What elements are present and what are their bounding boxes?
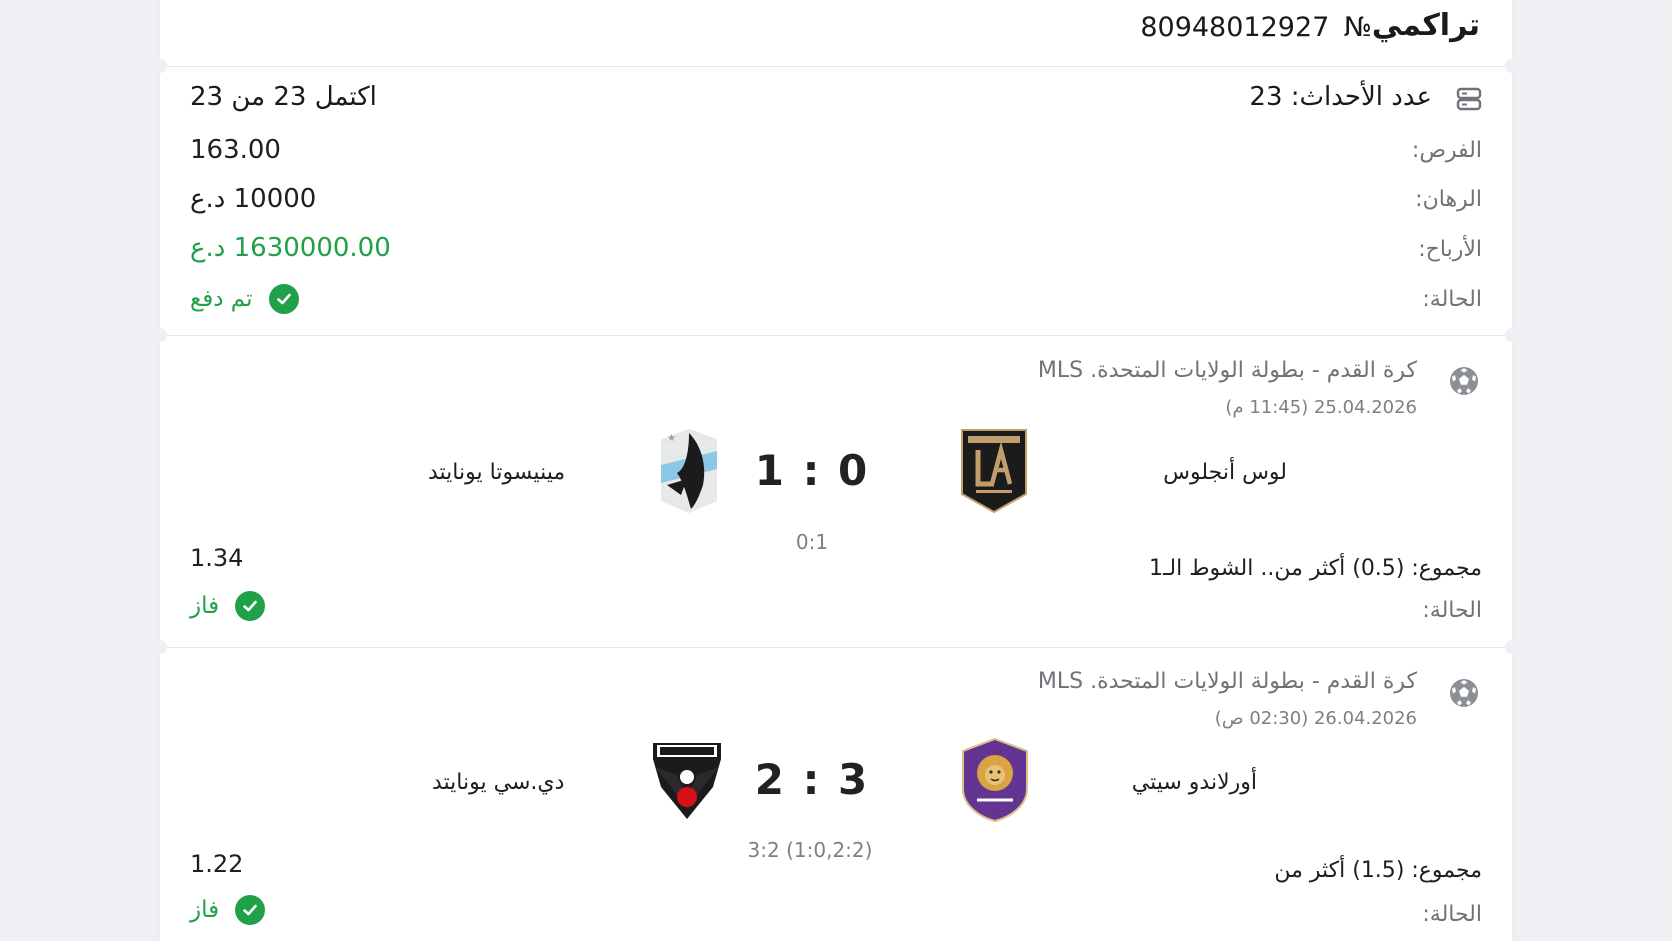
- ticket-notch: [153, 328, 167, 342]
- lafc-logo: [960, 428, 1028, 514]
- bet-ticket: تراكمي 80948012927 № عدد الأحداث: 23 اكت…: [153, 0, 1519, 941]
- status-label: الحالة:: [1422, 287, 1482, 312]
- event-status-text: فاز: [190, 897, 220, 923]
- ticket-number: 80948012927 №: [1140, 12, 1372, 43]
- event-score: 1 : 0: [754, 446, 870, 495]
- event-market: مجموع: (0.5) أكثر من.. الشوط الـ1: [1148, 556, 1482, 581]
- event-league: كرة القدم - بطولة الولايات المتحدة. MLS: [1037, 669, 1417, 694]
- away-team-name: دي.سي يونايتد: [432, 770, 565, 795]
- event-status: فاز: [190, 895, 266, 925]
- soccer-ball-icon: [1448, 677, 1480, 709]
- ticket-notch: [1505, 328, 1519, 342]
- event-datetime: 26.04.2026 (02:30 ص): [1214, 708, 1417, 729]
- ticket-notch: [153, 59, 167, 73]
- svg-text:★: ★: [667, 433, 676, 444]
- events-count: عدد الأحداث: 23: [1249, 82, 1432, 112]
- ticket-notch: [1505, 59, 1519, 73]
- event-status-text: فاز: [190, 593, 220, 619]
- orlando-city-logo: [957, 737, 1033, 823]
- event-odd: 1.34: [190, 544, 244, 572]
- check-icon: [235, 591, 266, 621]
- event-status-label: الحالة:: [1422, 902, 1482, 927]
- odds-value: 163.00: [190, 135, 281, 165]
- status-paid-text: تم دفع: [190, 286, 253, 312]
- check-icon: [268, 284, 299, 314]
- completed-count: اكتمل 23 من 23: [190, 82, 377, 112]
- odds-label: الفرص:: [1411, 138, 1482, 163]
- event-status: فاز: [190, 591, 266, 621]
- mnufc-logo: ★: [657, 425, 721, 517]
- event-subscore: 0:1: [795, 530, 829, 554]
- home-team-name: أورلاندو سيتي: [1131, 770, 1257, 795]
- dc-united-logo: [647, 737, 727, 823]
- event-market: مجموع: (1.5) أكثر من: [1274, 858, 1482, 883]
- winnings-value: 1630000.00 د.ع: [190, 233, 391, 263]
- event-subscore: 3:2 (1:0,2:2): [747, 838, 873, 862]
- ticket-notch: [1505, 640, 1519, 654]
- away-team-name: مينيسوتا يونايتد: [428, 460, 566, 485]
- ticket-notch: [153, 640, 167, 654]
- event-status-label: الحالة:: [1422, 598, 1482, 623]
- event-league: كرة القدم - بطولة الولايات المتحدة. MLS: [1037, 358, 1417, 383]
- status-paid: تم دفع: [190, 284, 299, 314]
- ticket-number-value: 80948012927: [1140, 12, 1330, 43]
- events-count-icon: [1456, 86, 1482, 112]
- soccer-ball-icon: [1448, 365, 1480, 397]
- check-icon: [235, 895, 266, 925]
- event-datetime: 25.04.2026 (11:45 م): [1225, 397, 1417, 418]
- ticket-title: تراكمي: [1371, 8, 1480, 43]
- ticket-number-prefix: №: [1343, 12, 1372, 43]
- event-odd: 1.22: [190, 850, 244, 878]
- divider: [160, 66, 1512, 67]
- divider: [160, 335, 1512, 336]
- event-score: 2 : 3: [754, 755, 870, 804]
- home-team-name: لوس أنجلوس: [1163, 460, 1287, 485]
- stake-label: الرهان:: [1415, 187, 1482, 212]
- stake-value: 10000 د.ع: [190, 184, 317, 214]
- divider: [160, 647, 1512, 648]
- winnings-label: الأرباح:: [1418, 237, 1482, 262]
